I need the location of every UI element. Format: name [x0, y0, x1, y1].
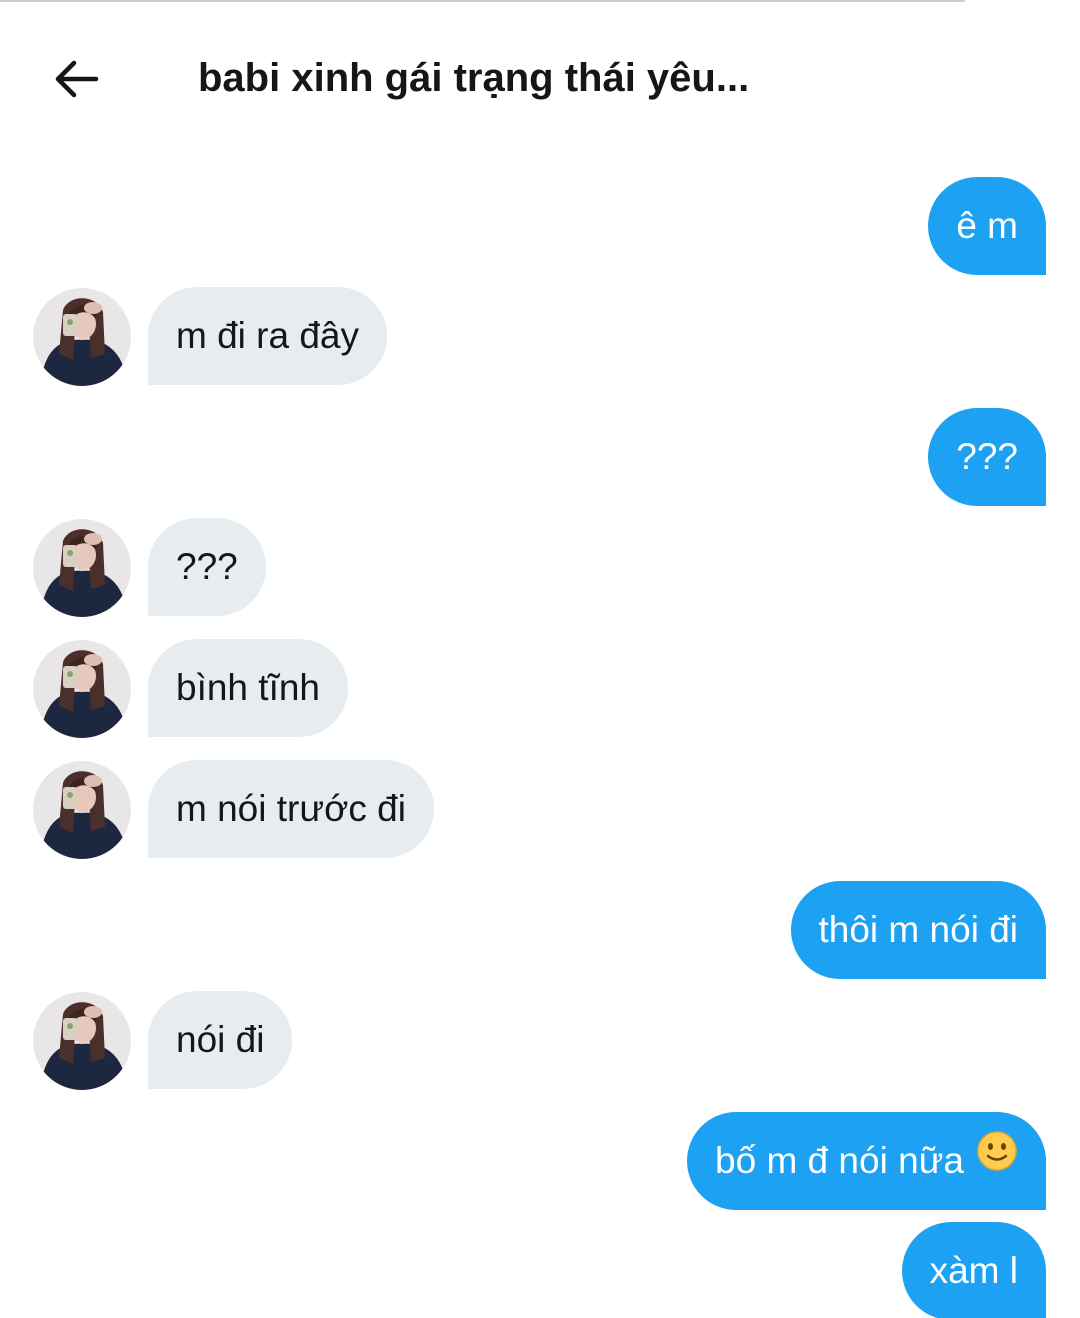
contact-avatar[interactable] — [33, 519, 131, 617]
message-text: bố m đ nói nữa — [715, 1140, 964, 1181]
contact-avatar[interactable] — [33, 640, 131, 738]
message-text: m đi ra đây — [176, 315, 360, 356]
contact-avatar[interactable] — [33, 288, 131, 386]
message-text: xàm l — [929, 1250, 1018, 1291]
avatar-photo — [33, 992, 131, 1090]
message-text: thôi m nói đi — [818, 909, 1019, 950]
message-bubble-received[interactable]: nói đi — [148, 991, 293, 1089]
avatar-photo — [33, 761, 131, 859]
message-bubble-received[interactable]: ??? — [148, 518, 266, 616]
message-bubble-sent[interactable]: ??? — [928, 408, 1046, 506]
arrow-left-icon — [55, 60, 99, 98]
message-bubble-received[interactable]: m đi ra đây — [148, 287, 388, 385]
message-text: m nói trước đi — [176, 788, 406, 829]
conversation-title: babi xinh gái trạng thái yêu... — [198, 56, 750, 100]
message-bubble-sent[interactable]: thôi m nói đi — [790, 881, 1046, 979]
avatar-photo — [33, 640, 131, 738]
message-bubble-sent[interactable]: bố m đ nói nữa — [687, 1112, 1046, 1210]
message-bubble-sent[interactable]: ê m — [928, 177, 1046, 275]
message-bubble-received[interactable]: m nói trước đi — [148, 760, 434, 858]
chat-screen: babi xinh gái trạng thái yêu... ê m m đi… — [0, 0, 1080, 1318]
message-text: nói đi — [176, 1019, 265, 1060]
message-bubble-sent[interactable]: xàm l — [901, 1222, 1046, 1318]
contact-avatar[interactable] — [33, 992, 131, 1090]
slightly-smiling-face-icon — [976, 1111, 1018, 1209]
message-bubble-received[interactable]: bình tĩnh — [148, 639, 349, 737]
avatar-photo — [33, 288, 131, 386]
back-button[interactable] — [50, 52, 104, 106]
avatar-photo — [33, 519, 131, 617]
message-text: bình tĩnh — [176, 667, 321, 708]
contact-avatar[interactable] — [33, 761, 131, 859]
chat-header: babi xinh gái trạng thái yêu... — [0, 0, 1080, 150]
message-text: ??? — [956, 436, 1018, 477]
message-text: ê m — [956, 205, 1018, 246]
message-text: ??? — [176, 546, 238, 587]
